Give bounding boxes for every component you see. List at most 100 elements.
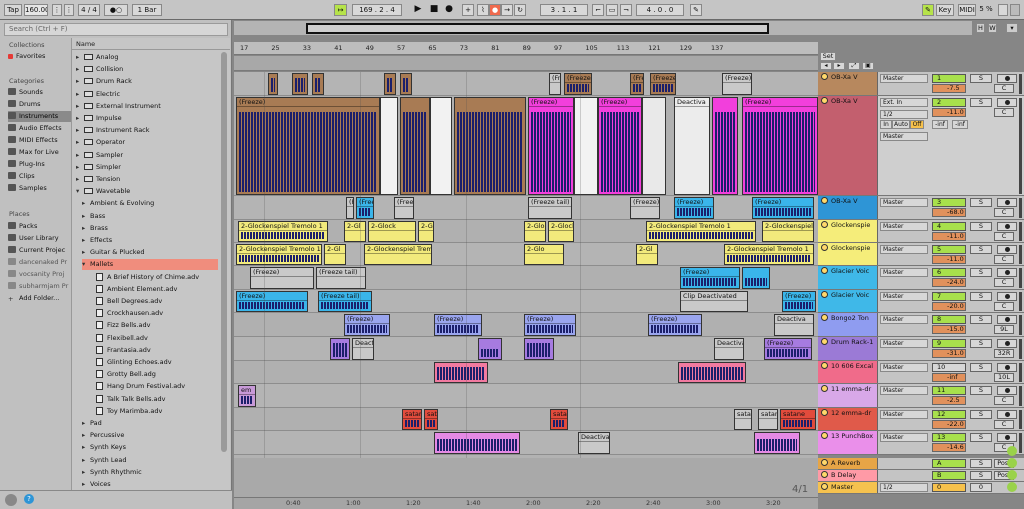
fold-icon[interactable] bbox=[821, 432, 828, 439]
solo-button[interactable]: S bbox=[970, 222, 992, 231]
fold-icon[interactable] bbox=[821, 73, 828, 80]
browser-item[interactable]: Glinting Echoes.adv bbox=[88, 357, 218, 368]
draw-mode-icon[interactable]: ✎ bbox=[690, 4, 702, 16]
track-activator[interactable]: 1 bbox=[932, 74, 966, 83]
arm-record-button[interactable] bbox=[997, 363, 1017, 372]
browser-item[interactable]: Fizz Bells.adv bbox=[88, 320, 218, 331]
clip[interactable] bbox=[454, 97, 526, 195]
return-activator[interactable]: A bbox=[932, 459, 966, 468]
output-routing-select[interactable]: Master bbox=[880, 198, 928, 207]
clip[interactable] bbox=[434, 432, 520, 454]
track-activator[interactable]: 10 bbox=[932, 363, 966, 372]
browser-item[interactable]: ▸ External Instrument bbox=[76, 101, 218, 112]
arm-record-button[interactable] bbox=[997, 198, 1017, 207]
fold-icon[interactable] bbox=[821, 267, 828, 274]
clip[interactable] bbox=[292, 73, 308, 95]
fold-icon[interactable] bbox=[821, 409, 828, 416]
pan-field[interactable]: C bbox=[994, 420, 1014, 429]
pencil-icon[interactable]: ✎ bbox=[922, 4, 934, 16]
clip[interactable]: 2-Glockenspiel Tremolo 1 bbox=[236, 244, 322, 265]
overview-menu-button[interactable]: ▾ bbox=[1006, 23, 1018, 33]
expand-icon[interactable]: ⤢ bbox=[848, 62, 860, 70]
cue-button[interactable]: 0 bbox=[970, 483, 992, 492]
clip[interactable]: satane bbox=[758, 409, 778, 430]
track-header[interactable]: OB-Xa V Master 3 -68.0 S C bbox=[818, 196, 1024, 220]
place-vocsanity[interactable]: vocsanity Proj bbox=[8, 269, 71, 280]
track-header[interactable]: Glacier Voic Master 7 -20.0 S C bbox=[818, 290, 1024, 313]
output-routing-select[interactable]: Master bbox=[880, 363, 928, 372]
browser-item[interactable]: ▸ Sampler bbox=[76, 150, 218, 161]
clip[interactable]: Deactiva bbox=[674, 97, 710, 195]
play-icon[interactable]: ▶ bbox=[412, 4, 424, 16]
overdub-icon[interactable]: + bbox=[462, 4, 474, 16]
locator-strip[interactable] bbox=[234, 56, 818, 71]
clip[interactable] bbox=[268, 73, 278, 95]
browser-item[interactable]: ▾ Wavetable bbox=[76, 186, 218, 197]
browser-item[interactable]: Toy Marimba.adv bbox=[88, 406, 218, 417]
solo-button[interactable]: S bbox=[970, 433, 992, 442]
clip[interactable]: (Freeze) bbox=[764, 338, 812, 360]
track-lane[interactable] bbox=[234, 408, 818, 431]
track-name[interactable]: Glacier Voic bbox=[818, 290, 878, 312]
arrangement-position[interactable]: 169 . 2 . 4 bbox=[352, 4, 402, 16]
clip[interactable]: (Freeze) bbox=[630, 197, 660, 219]
master-track-name[interactable]: Master bbox=[818, 482, 878, 493]
category-drums[interactable]: Drums bbox=[8, 99, 71, 110]
add-folder-button[interactable]: + Add Folder... bbox=[8, 293, 71, 304]
clip[interactable]: 2-Gl bbox=[418, 221, 434, 242]
clip[interactable] bbox=[754, 432, 800, 454]
volume-field[interactable]: -11.0 bbox=[932, 232, 966, 241]
track-name[interactable]: OB-Xa V bbox=[818, 196, 878, 219]
solo-button[interactable]: S bbox=[970, 339, 992, 348]
output-routing-select[interactable]: Master bbox=[880, 222, 928, 231]
pan-field[interactable]: C bbox=[994, 108, 1014, 117]
track-name[interactable]: 10 606 Excal bbox=[818, 361, 878, 383]
help-icon[interactable]: ? bbox=[24, 494, 34, 504]
solo-button[interactable]: S bbox=[970, 363, 992, 372]
clip[interactable]: satane bbox=[780, 409, 816, 430]
solo-button[interactable]: S bbox=[970, 471, 992, 480]
place-user-library[interactable]: User Library bbox=[8, 233, 71, 244]
return-track-header[interactable]: A Reverb A S Post bbox=[818, 458, 1024, 470]
browser-item[interactable]: ▸ Guitar & Plucked bbox=[82, 247, 218, 258]
clip[interactable] bbox=[742, 267, 770, 289]
solo-button[interactable]: S bbox=[970, 459, 992, 468]
fold-icon[interactable] bbox=[821, 221, 828, 228]
disclosure-icon[interactable]: ▸ bbox=[82, 223, 90, 234]
punch-icon[interactable]: → bbox=[501, 4, 513, 16]
category-clips[interactable]: Clips bbox=[8, 171, 71, 182]
clip[interactable]: Deactiva bbox=[714, 338, 744, 360]
clip[interactable]: (Free bbox=[356, 197, 374, 219]
clip[interactable]: 2-Gl bbox=[324, 244, 346, 265]
input-channel-select[interactable]: 1/2 bbox=[880, 110, 928, 119]
fold-icon[interactable] bbox=[821, 459, 828, 466]
volume-field[interactable]: -22.0 bbox=[932, 420, 966, 429]
output-routing-select[interactable]: Master bbox=[880, 433, 928, 442]
h-button[interactable]: H bbox=[976, 23, 985, 33]
punch-in-icon[interactable]: ⌐ bbox=[592, 4, 604, 16]
fold-icon[interactable] bbox=[821, 483, 828, 490]
clip[interactable]: (Freeze) bbox=[648, 314, 702, 336]
track-header[interactable]: Glacier Voic Master 6 -24.0 S C bbox=[818, 266, 1024, 290]
clip[interactable]: sata bbox=[734, 409, 752, 430]
browser-item[interactable]: Bell Degrees.adv bbox=[88, 296, 218, 307]
clip[interactable]: (Freeze) bbox=[236, 291, 308, 312]
volume-field[interactable]: -31.0 bbox=[932, 349, 966, 358]
pan-field[interactable]: C bbox=[994, 396, 1014, 405]
disclosure-icon[interactable]: ▸ bbox=[76, 52, 84, 63]
disclosure-icon[interactable]: ▸ bbox=[82, 467, 90, 478]
loop-length-field[interactable]: 4 . 0 . 0 bbox=[636, 4, 684, 16]
track-activator[interactable]: 9 bbox=[932, 339, 966, 348]
w-button[interactable]: W bbox=[988, 23, 997, 33]
monitor-in-button[interactable]: In bbox=[880, 120, 892, 129]
clip[interactable]: 2-Glock bbox=[368, 221, 416, 242]
return-activator[interactable]: B bbox=[932, 471, 966, 480]
track-name[interactable]: Bongo2 Ton bbox=[818, 313, 878, 336]
track-name[interactable]: OB-Xa V bbox=[818, 72, 878, 95]
browser-item[interactable]: ▸ Synth Keys bbox=[82, 442, 218, 453]
solo-button[interactable]: S bbox=[970, 98, 992, 107]
pan-field[interactable]: C bbox=[994, 255, 1014, 264]
return-track-name[interactable]: A Reverb bbox=[818, 458, 878, 469]
next-locator-icon[interactable]: ▸ bbox=[833, 62, 845, 70]
fold-icon[interactable] bbox=[821, 362, 828, 369]
